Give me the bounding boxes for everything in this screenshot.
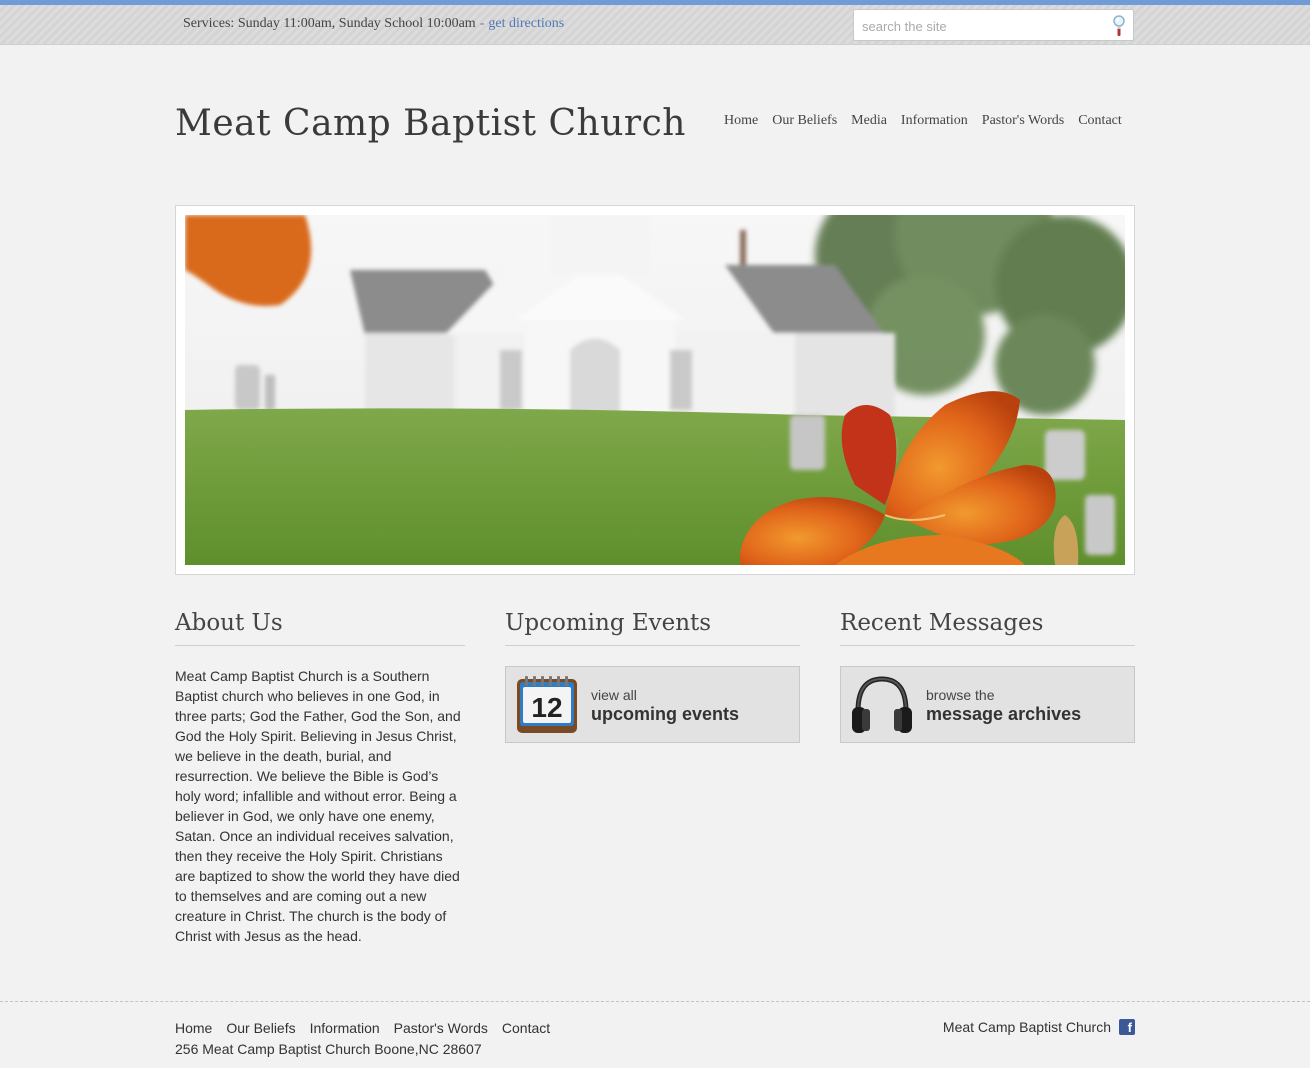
main-nav: Home Our Beliefs Media Information Pasto… <box>724 113 1122 129</box>
search-box <box>853 9 1134 41</box>
facebook-icon[interactable]: f <box>1119 1019 1135 1035</box>
footer-nav-contact[interactable]: Contact <box>502 1020 550 1036</box>
headphones-icon <box>852 676 912 733</box>
events-cta-small: view all <box>591 687 637 703</box>
calendar-number: 12 <box>531 692 562 723</box>
hero-image <box>185 215 1125 565</box>
footer-nav-our-beliefs[interactable]: Our Beliefs <box>226 1020 295 1036</box>
calendar-icon: 12 <box>517 676 577 733</box>
site-title[interactable]: Meat Camp Baptist Church <box>175 103 686 144</box>
events-section: Upcoming Events 12 view all upcoming eve… <box>505 610 800 743</box>
about-heading: About Us <box>175 610 465 646</box>
messages-section: Recent Messages browse the message archi… <box>840 610 1135 743</box>
nav-contact[interactable]: Contact <box>1078 113 1122 129</box>
footer-address: 256 Meat Camp Baptist Church Boone,NC 28… <box>175 1041 482 1057</box>
events-cta-big: upcoming events <box>591 704 740 724</box>
footer-nav: Home Our Beliefs Information Pastor's Wo… <box>175 1020 564 1036</box>
footer-nav-pastors-words[interactable]: Pastor's Words <box>394 1020 488 1036</box>
nav-media[interactable]: Media <box>851 113 887 129</box>
footer-church-name: Meat Camp Baptist Church <box>942 1019 1111 1035</box>
messages-cta-small: browse the <box>926 687 995 703</box>
search-input[interactable] <box>862 17 1102 35</box>
view-upcoming-events-button[interactable]: 12 view all upcoming events <box>505 666 800 743</box>
top-bar: Services: Sunday 11:00am, Sunday School … <box>0 5 1310 45</box>
messages-heading: Recent Messages <box>840 610 1135 646</box>
footer-right: Meat Camp Baptist Church f <box>943 1019 1135 1035</box>
nav-information[interactable]: Information <box>901 113 968 129</box>
events-heading: Upcoming Events <box>505 610 800 646</box>
services-separator: - <box>479 16 485 31</box>
footer-nav-information[interactable]: Information <box>310 1020 380 1036</box>
services-text: Services: Sunday 11:00am, Sunday School … <box>183 16 476 31</box>
about-text: Meat Camp Baptist Church is a Southern B… <box>175 668 461 944</box>
footer-nav-home[interactable]: Home <box>175 1020 212 1036</box>
nav-pastors-words[interactable]: Pastor's Words <box>982 113 1064 129</box>
footer-divider <box>0 1001 1310 1002</box>
nav-home[interactable]: Home <box>724 113 758 129</box>
about-section: About Us Meat Camp Baptist Church is a S… <box>175 610 465 946</box>
messages-cta-big: message archives <box>926 704 1082 724</box>
hero-frame <box>175 205 1135 575</box>
browse-message-archives-button[interactable]: browse the message archives <box>840 666 1135 743</box>
nav-our-beliefs[interactable]: Our Beliefs <box>772 113 837 129</box>
magnifier-icon[interactable] <box>1111 13 1127 39</box>
services-info: Services: Sunday 11:00am, Sunday School … <box>183 16 564 32</box>
get-directions-link[interactable]: get directions <box>488 16 564 31</box>
